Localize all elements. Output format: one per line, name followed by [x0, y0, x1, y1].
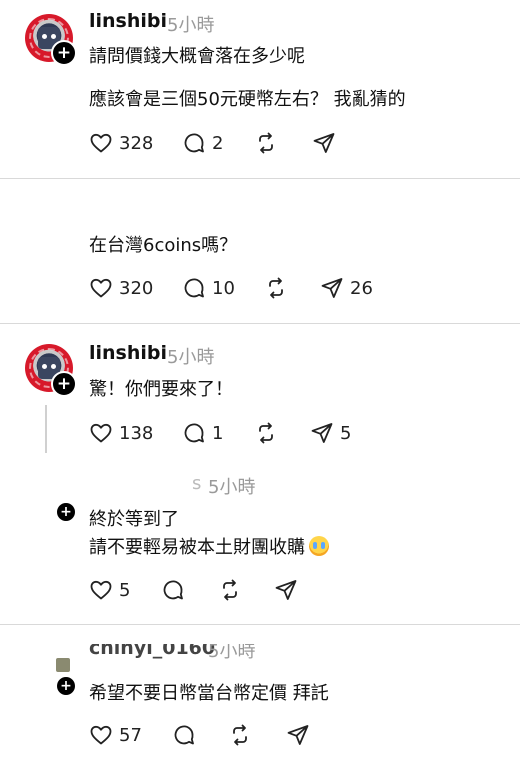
avatar-partial[interactable]: [56, 658, 70, 672]
send-icon: [311, 423, 333, 443]
comment-icon: [184, 423, 204, 443]
share-button[interactable]: [274, 578, 298, 602]
like-button[interactable]: 328: [89, 131, 153, 155]
share-button[interactable]: [312, 131, 336, 155]
heart-icon: [90, 278, 112, 298]
like-button[interactable]: 320: [89, 276, 153, 300]
repost-button[interactable]: [228, 723, 252, 747]
comment-count: 2: [212, 132, 224, 154]
post-text-line: 終於等到了: [89, 509, 179, 530]
follow-plus-icon[interactable]: +: [55, 675, 77, 697]
like-count: 5: [119, 579, 131, 601]
like-button[interactable]: 5: [89, 578, 130, 602]
post-text-line: 希望不要日幣當台幣定價 拜託: [89, 683, 329, 704]
repost-button[interactable]: [264, 276, 288, 300]
follow-plus-icon[interactable]: +: [51, 371, 77, 397]
timestamp: 5小時: [208, 477, 256, 498]
repost-icon: [259, 422, 273, 444]
divider: [0, 178, 520, 179]
like-count: 328: [119, 132, 154, 154]
comment-button[interactable]: [172, 723, 196, 747]
post-text-line: 在台灣6coins嗎？: [89, 235, 238, 256]
repost-icon: [269, 277, 283, 299]
timestamp: 5小時: [167, 15, 215, 36]
share-button[interactable]: 5: [310, 421, 351, 445]
timestamp-text: 5小時: [208, 644, 256, 662]
repost-button[interactable]: [254, 421, 278, 445]
send-icon: [287, 725, 309, 745]
thread-line: [45, 405, 47, 453]
comment-icon: [184, 278, 204, 298]
send-icon: [321, 278, 343, 298]
heart-icon: [90, 423, 112, 443]
username-text: chinyi_0160: [89, 644, 216, 659]
timestamp-partial: 5小時: [208, 644, 255, 662]
repost-button[interactable]: [218, 578, 242, 602]
send-icon: [275, 580, 297, 600]
post-text-line: 應該會是三個50元硬幣左右？ 我亂猜的: [89, 89, 406, 110]
username[interactable]: linshibi: [89, 342, 167, 364]
heart-icon: [90, 133, 112, 153]
comment-icon: [163, 580, 183, 600]
comment-count: 10: [212, 277, 235, 299]
share-count: 5: [340, 422, 352, 444]
share-button[interactable]: [286, 723, 310, 747]
like-count: 320: [119, 277, 154, 299]
username-partial[interactable]: s: [192, 473, 201, 494]
timestamp: 5小時: [167, 347, 215, 368]
repost-icon: [223, 579, 237, 601]
username[interactable]: linshibi: [89, 10, 167, 32]
heart-icon: [90, 580, 112, 600]
post-text-line: 驚！你們要來了！: [89, 379, 233, 400]
comment-button[interactable]: 10: [182, 276, 235, 300]
share-button[interactable]: 26: [320, 276, 373, 300]
divider: [0, 624, 520, 625]
follow-plus-icon[interactable]: +: [51, 40, 77, 66]
share-count: 26: [350, 277, 373, 299]
divider: [0, 323, 520, 324]
like-count: 138: [119, 422, 154, 444]
follow-plus-icon[interactable]: +: [55, 501, 77, 523]
heart-icon: [90, 725, 112, 745]
repost-icon: [233, 724, 247, 746]
like-count: 57: [119, 724, 142, 746]
like-button[interactable]: 138: [89, 421, 153, 445]
comment-button[interactable]: [161, 578, 185, 602]
send-icon: [313, 133, 335, 153]
post-text-content: 請不要輕易被本土財團收購: [89, 537, 305, 558]
post-text-line: 請問價錢大概會落在多少呢: [89, 46, 305, 67]
comment-icon: [184, 133, 204, 153]
comment-button[interactable]: 1: [182, 421, 223, 445]
repost-icon: [259, 132, 273, 154]
comment-button[interactable]: 2: [182, 131, 223, 155]
comment-count: 1: [212, 422, 224, 444]
post-text-line: 請不要輕易被本土財團收購: [89, 533, 329, 559]
crying-face-icon: [309, 536, 329, 556]
comment-icon: [174, 725, 194, 745]
username-partial[interactable]: chinyi_0160: [89, 644, 215, 662]
repost-button[interactable]: [254, 131, 278, 155]
like-button[interactable]: 57: [89, 723, 142, 747]
